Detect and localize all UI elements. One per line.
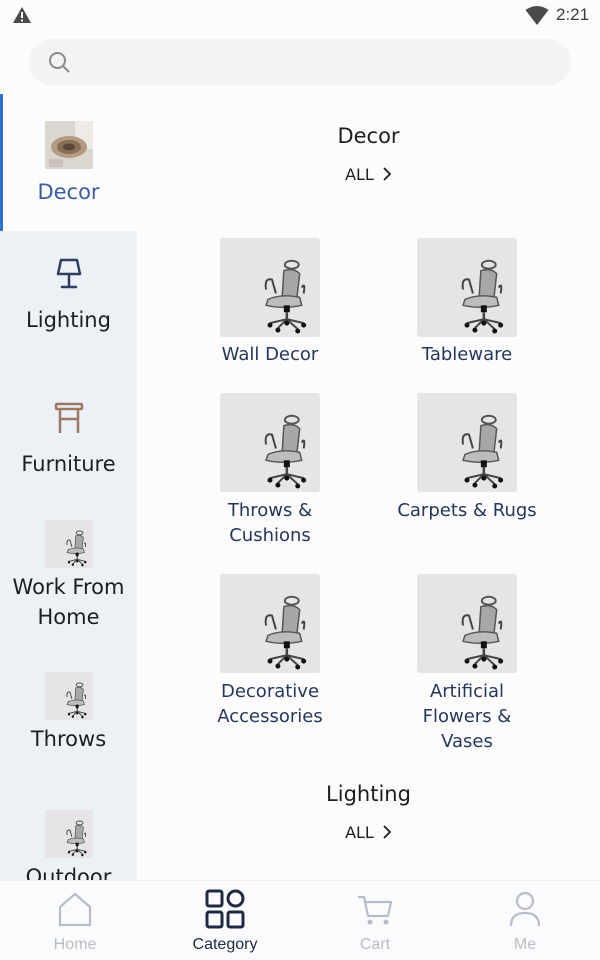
lamp-icon — [56, 258, 81, 289]
sidebar-item-lighting[interactable]: Lighting — [0, 257, 137, 335]
see-all-label: ALL — [345, 823, 374, 842]
nav-home[interactable]: Home — [0, 881, 150, 960]
sidebar-item-decor[interactable]: Decor — [0, 94, 137, 231]
sidebar-item-label: Home — [37, 605, 100, 629]
sidebar-item-throws[interactable]: Throws — [0, 672, 137, 754]
search-input[interactable] — [29, 39, 571, 85]
chevron-right-icon — [383, 167, 392, 181]
subcategory-tile-carpets-rugs[interactable]: Carpets & Rugs — [382, 393, 552, 523]
sidebar-item-label: Lighting — [26, 308, 111, 332]
warning-icon — [13, 7, 31, 23]
person-icon — [509, 891, 541, 927]
office-chair-thumbnail — [220, 238, 320, 337]
sidebar-item-work-from-home[interactable]: Work From Home — [0, 520, 137, 632]
tile-label: Tableware — [421, 344, 513, 365]
see-all-label: ALL — [345, 165, 374, 184]
tile-label: Decorative — [220, 681, 320, 702]
subcategory-tile-decorative-accessories[interactable]: Decorative Accessories — [185, 574, 355, 729]
bottom-navigation: Home Category Cart Me — [0, 880, 600, 960]
see-all-lighting-link[interactable]: ALL — [137, 823, 600, 842]
sidebar-item-label: Throws — [30, 727, 107, 751]
tile-label: Carpets & Rugs — [397, 500, 537, 521]
nav-label: Me — [513, 936, 537, 953]
sidebar-item-label: Furniture — [21, 452, 116, 476]
sidebar-item-label: Outdoor — [25, 865, 112, 880]
nav-cart[interactable]: Cart — [300, 881, 450, 960]
nav-label: Category — [192, 936, 258, 953]
sidebar-item-furniture[interactable]: Furniture — [0, 401, 137, 479]
sidebar-item-label: Work From — [12, 575, 125, 599]
see-all-decor-link[interactable]: ALL — [137, 165, 600, 184]
office-chair-thumbnail — [44, 520, 93, 568]
tile-label: Artificial — [429, 681, 505, 702]
cart-icon — [358, 895, 393, 925]
stool-icon — [54, 402, 83, 433]
decor-thumbnail — [44, 121, 93, 169]
office-chair-thumbnail — [417, 393, 517, 492]
subcategory-tile-artificial-flowers-vases[interactable]: Artificial Flowers & Vases — [382, 574, 552, 754]
sidebar-item-label: Decor — [37, 180, 100, 204]
office-chair-thumbnail — [417, 238, 517, 337]
sidebar-item-outdoor[interactable]: Outdoor — [0, 810, 137, 880]
subcategory-tile-wall-decor[interactable]: Wall Decor — [185, 238, 355, 367]
office-chair-thumbnail — [417, 574, 517, 673]
search-icon[interactable] — [48, 51, 70, 73]
tile-label: Flowers & — [422, 706, 512, 727]
office-chair-thumbnail — [220, 393, 320, 492]
tile-label: Wall Decor — [221, 344, 319, 365]
chevron-right-icon — [383, 825, 392, 839]
tile-label: Accessories — [217, 706, 323, 727]
category-sidebar: Decor Lighting Furniture Work From Home … — [0, 94, 137, 880]
office-chair-thumbnail — [220, 574, 320, 673]
status-time: 2:21 — [556, 5, 590, 24]
home-icon — [58, 892, 92, 927]
nav-label: Home — [53, 936, 97, 953]
tile-label: Throws & — [227, 500, 313, 521]
office-chair-thumbnail — [44, 672, 93, 720]
status-bar: 2:21 — [0, 0, 600, 32]
section-title-lighting: Lighting — [326, 782, 411, 806]
subcategory-tile-tableware[interactable]: Tableware — [382, 238, 552, 367]
nav-label: Cart — [359, 936, 391, 953]
grid-icon — [205, 889, 245, 929]
nav-me[interactable]: Me — [450, 881, 600, 960]
wifi-icon — [525, 6, 549, 25]
office-chair-thumbnail — [44, 810, 93, 858]
subcategory-tile-throws-cushions[interactable]: Throws & Cushions — [185, 393, 355, 548]
nav-category[interactable]: Category — [150, 881, 300, 960]
tile-label: Cushions — [229, 525, 311, 546]
section-title-decor: Decor — [337, 124, 400, 148]
tile-label: Vases — [441, 731, 493, 752]
